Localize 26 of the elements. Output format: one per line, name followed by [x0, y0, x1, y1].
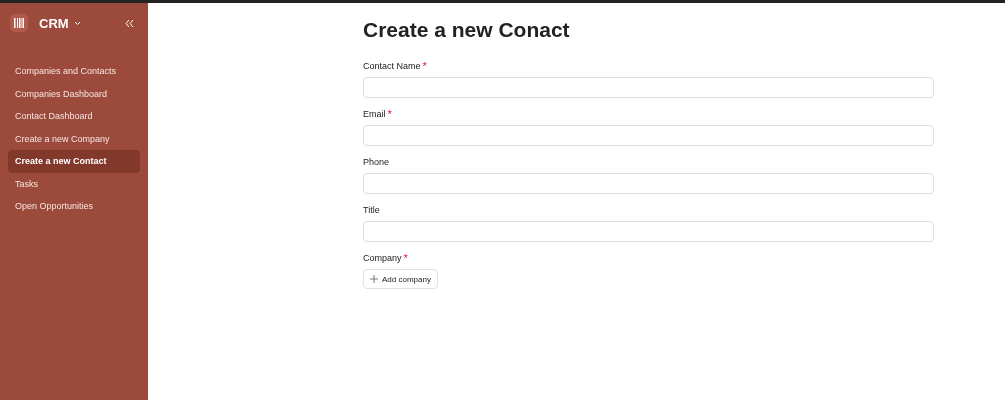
input-field[interactable]	[363, 221, 934, 242]
sidebar-item[interactable]: Companies and Contacts	[8, 60, 140, 83]
sidebar-item[interactable]: Tasks	[8, 172, 140, 195]
app-name[interactable]: CRM	[39, 15, 69, 31]
app-logo-icon[interactable]	[10, 14, 28, 32]
input-field[interactable]	[363, 173, 934, 194]
chevron-down-icon[interactable]	[73, 20, 81, 26]
sidebar-item[interactable]: Contact Dashboard	[8, 105, 140, 128]
plus-icon	[370, 275, 378, 283]
sidebar-item[interactable]: Create a new Contact	[8, 150, 140, 173]
field-label: Email	[363, 109, 386, 119]
input-field[interactable]	[363, 77, 934, 98]
sidebar-item[interactable]: Companies Dashboard	[8, 82, 140, 105]
field-label: Contact Name	[363, 61, 421, 71]
add-company-button[interactable]: Add company	[363, 269, 438, 289]
sidebar-item[interactable]: Create a new Company	[8, 127, 140, 150]
sidebar-item[interactable]: Open Opportunities	[8, 195, 140, 218]
field-label: Phone	[363, 157, 390, 167]
collapse-sidebar-icon[interactable]	[125, 18, 134, 28]
field-label: Company	[363, 253, 402, 263]
field-label: Title	[363, 205, 380, 215]
page-title: Create a new Conact	[363, 18, 570, 42]
required-mark: *	[422, 61, 427, 71]
input-field[interactable]	[363, 125, 934, 146]
required-mark: *	[387, 109, 392, 119]
required-mark: *	[403, 253, 408, 263]
